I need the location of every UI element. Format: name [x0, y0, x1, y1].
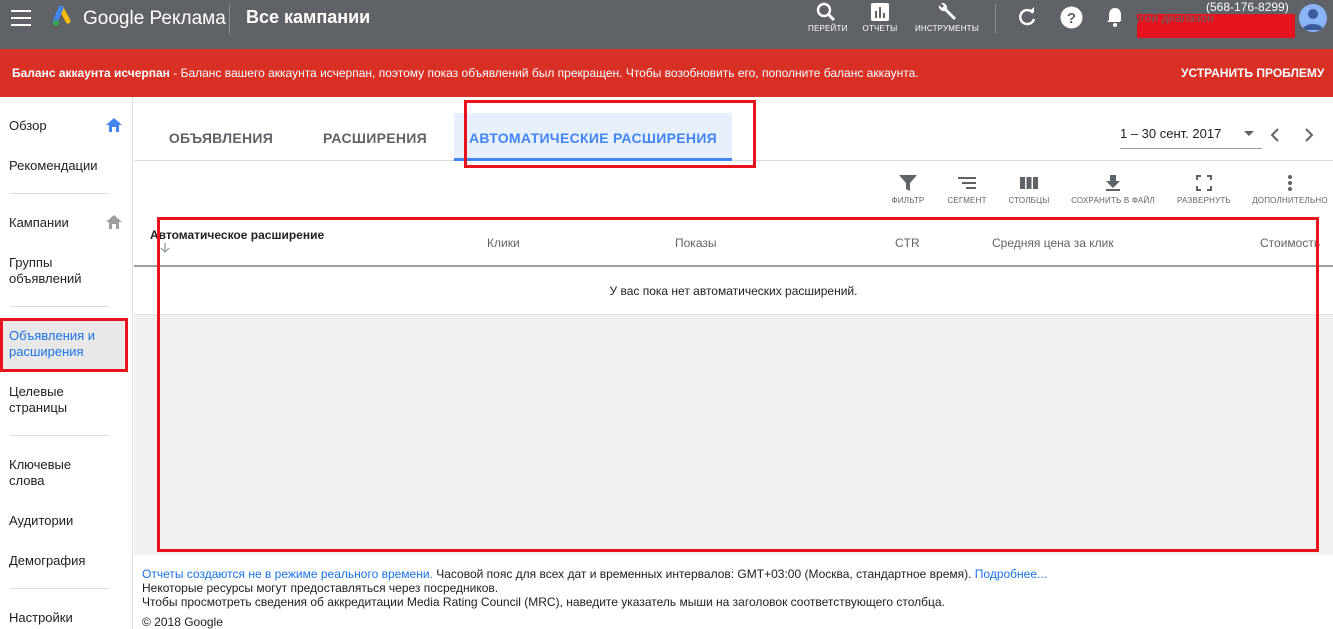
- reports-tool[interactable]: ОТЧЕТЫ: [862, 0, 898, 40]
- timezone-text: Часовой пояс для всех дат и временных ин…: [432, 567, 975, 581]
- sidebar-item-campaigns[interactable]: Кампании: [0, 215, 132, 231]
- filter-icon: [899, 175, 917, 191]
- columns-button[interactable]: СТОЛБЦЫ: [1004, 174, 1054, 205]
- brand-name[interactable]: Google Реклама: [83, 8, 226, 30]
- divider: [10, 435, 109, 436]
- fix-problem-button[interactable]: УСТРАНИТЬ ПРОБЛЕМУ: [1181, 66, 1324, 80]
- sidebar-item-recommendations[interactable]: Рекомендации: [0, 158, 132, 174]
- highlight-box: [157, 217, 1319, 552]
- goto-label: ПЕРЕЙТИ: [808, 24, 848, 33]
- sidebar-item-audiences[interactable]: Аудитории: [0, 513, 132, 529]
- date-range-underline: [1120, 148, 1262, 149]
- footer-line-1: Отчеты создаются не в режиме реального в…: [142, 567, 1047, 581]
- columns-label: СТОЛБЦЫ: [1008, 196, 1050, 205]
- tools-tool[interactable]: ИНСТРУМЕНТЫ: [913, 0, 981, 40]
- divider: [10, 193, 109, 194]
- sidebar-item-label: Кампании: [9, 215, 69, 230]
- sidebar-item-keywords[interactable]: Ключевые слова: [0, 457, 100, 489]
- download-button[interactable]: СОХРАНИТЬ В ФАЙЛ: [1070, 174, 1156, 205]
- footer-line-3: Чтобы просмотреть сведения об аккредитац…: [142, 595, 945, 609]
- sidebar-item-label: Обзор: [9, 118, 47, 133]
- segment-button[interactable]: СЕГМЕНТ: [942, 174, 992, 205]
- sidebar-item-overview[interactable]: Обзор: [0, 118, 132, 134]
- filter-button[interactable]: ФИЛЬТР: [884, 174, 932, 205]
- highlight-box: [464, 100, 756, 168]
- date-range-label: Другой диапазон: [1120, 11, 1214, 25]
- highlight-box: [0, 318, 128, 372]
- reports-label: ОТЧЕТЫ: [862, 24, 898, 33]
- page-title: Все кампании: [246, 7, 371, 27]
- sidebar-item-landing-pages[interactable]: Целевые страницы: [0, 384, 120, 416]
- segment-icon: [958, 177, 976, 189]
- fullscreen-label: РАЗВЕРНУТЬ: [1177, 196, 1231, 205]
- table-toolbar: ФИЛЬТР СЕГМЕНТ СТОЛБЦЫ СОХРАНИТЬ В ФАЙЛ …: [134, 162, 1333, 218]
- fullscreen-icon: [1196, 175, 1212, 191]
- footer-line-2: Некоторые ресурсы могут предоставляться …: [142, 581, 499, 595]
- refresh-icon[interactable]: [1016, 6, 1038, 28]
- sidebar-item-label: Ключевые слова: [9, 457, 72, 488]
- balance-alert: Баланс аккаунта исчерпан - Баланс вашего…: [0, 49, 1333, 97]
- tab-ads[interactable]: ОБЪЯВЛЕНИЯ: [154, 113, 288, 161]
- google-ads-logo-icon: [52, 6, 71, 26]
- columns-icon: [1020, 177, 1038, 189]
- sidebar-item-label: Группы объявлений: [9, 255, 82, 286]
- menu-icon[interactable]: [11, 10, 31, 26]
- chevron-right-icon[interactable]: [1302, 126, 1316, 144]
- sidebar: Обзор Рекомендации Кампании Группы объяв…: [0, 97, 133, 629]
- sidebar-item-label: Настройки: [9, 610, 73, 625]
- copyright: © 2018 Google: [142, 615, 223, 629]
- more-label: ДОПОЛНИТЕЛЬНО: [1252, 196, 1328, 205]
- alert-title: Баланс аккаунта исчерпан: [12, 66, 170, 80]
- segment-label: СЕГМЕНТ: [947, 196, 987, 205]
- home-icon: [106, 215, 122, 229]
- tab-extensions[interactable]: РАСШИРЕНИЯ: [310, 113, 440, 161]
- goto-tool[interactable]: ПЕРЕЙТИ: [808, 0, 848, 40]
- alert-text: - Баланс вашего аккаунта исчерпан, поэто…: [169, 66, 919, 80]
- filter-label: ФИЛЬТР: [891, 196, 925, 205]
- download-icon: [1106, 175, 1120, 191]
- date-range-select[interactable]: 1 – 30 сент. 2017: [1120, 126, 1221, 141]
- customer-id: (568-176-8299): [1206, 0, 1289, 14]
- search-icon: [816, 2, 835, 21]
- svg-text:?: ?: [1067, 10, 1076, 27]
- divider: [995, 4, 996, 34]
- sidebar-item-label: Демография: [9, 553, 86, 568]
- sidebar-item-label: Целевые страницы: [9, 384, 68, 415]
- divider: [229, 4, 230, 34]
- footer: Отчеты создаются не в режиме реального в…: [142, 567, 1047, 629]
- sidebar-item-settings[interactable]: Настройки: [0, 610, 132, 626]
- reports-icon: [871, 3, 889, 21]
- person-icon: [1303, 9, 1323, 30]
- tools-label: ИНСТРУМЕНТЫ: [914, 24, 980, 33]
- download-label: СОХРАНИТЬ В ФАЙЛ: [1071, 196, 1155, 205]
- avatar[interactable]: [1299, 4, 1327, 32]
- realtime-notice-link[interactable]: Отчеты создаются не в режиме реального в…: [142, 567, 433, 581]
- alert-message: Баланс аккаунта исчерпан - Баланс вашего…: [12, 66, 919, 80]
- fullscreen-button[interactable]: РАЗВЕРНУТЬ: [1174, 174, 1234, 205]
- sidebar-item-label: Рекомендации: [9, 158, 98, 173]
- wrench-icon: [938, 2, 956, 21]
- divider: [10, 588, 109, 589]
- sidebar-item-label: Аудитории: [9, 513, 74, 528]
- sidebar-item-demographics[interactable]: Демография: [0, 553, 132, 569]
- sidebar-item-ad-groups[interactable]: Группы объявлений: [0, 255, 120, 287]
- home-icon: [106, 118, 122, 132]
- more-vert-icon: [1288, 175, 1292, 191]
- chevron-left-icon[interactable]: [1268, 126, 1282, 144]
- help-icon[interactable]: ?: [1060, 6, 1083, 29]
- more-link[interactable]: Подробнее...: [975, 567, 1047, 581]
- more-button[interactable]: ДОПОЛНИТЕЛЬНО: [1252, 174, 1328, 205]
- divider: [10, 306, 109, 307]
- chevron-down-icon[interactable]: [1244, 131, 1254, 136]
